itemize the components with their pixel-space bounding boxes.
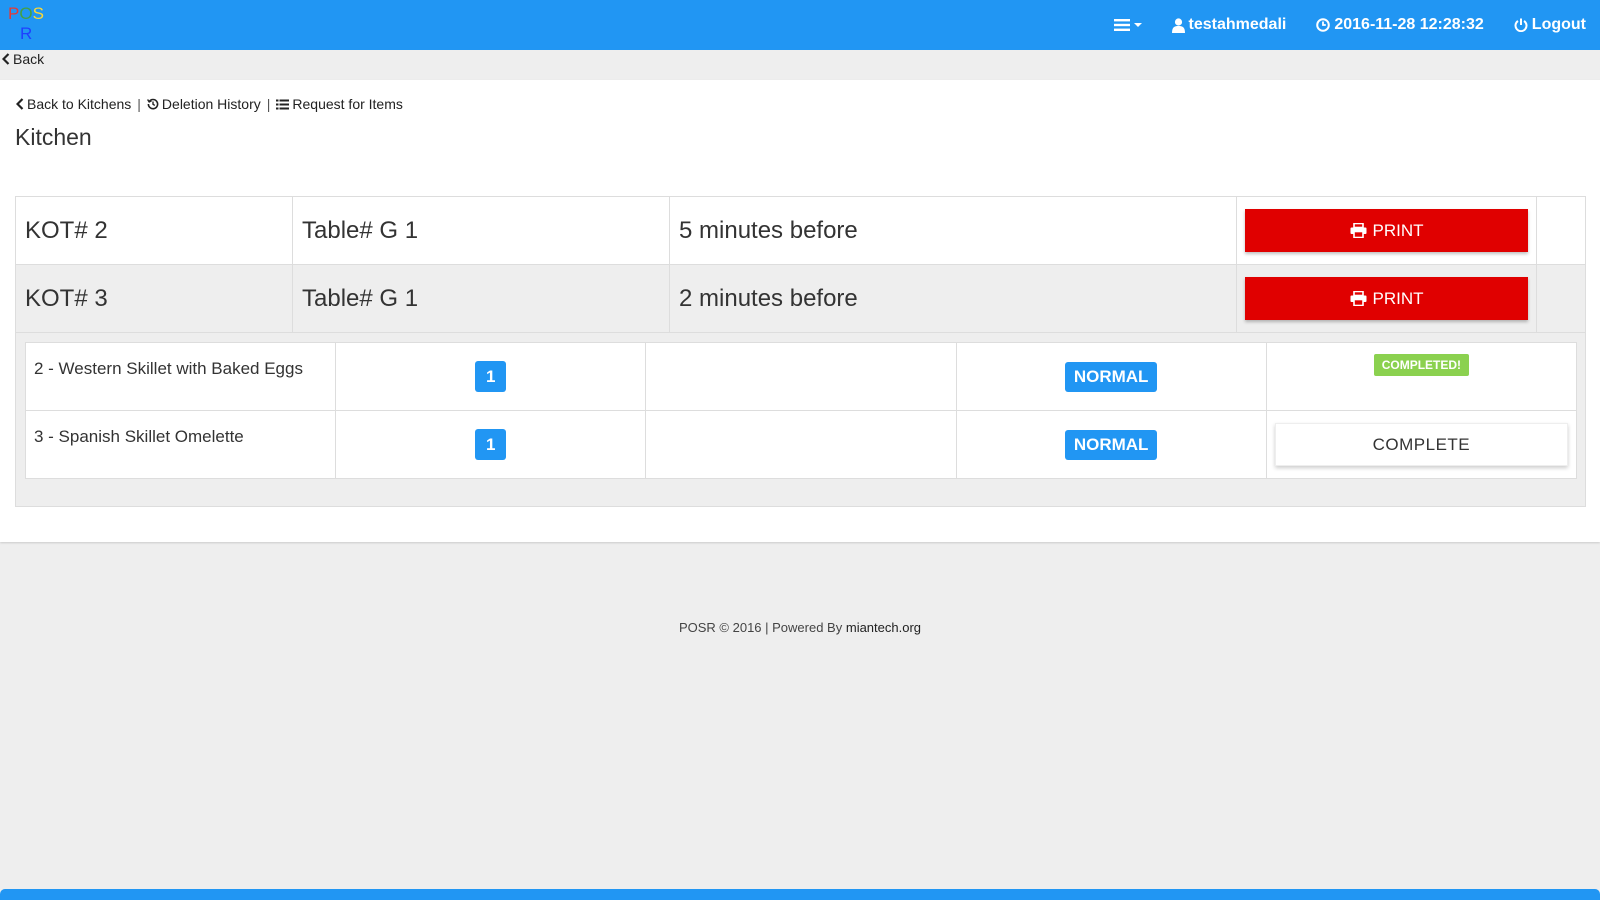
qty-badge: 1 (475, 429, 507, 460)
logout-link[interactable]: Logout (1514, 16, 1586, 34)
kot-list: KOT# 2 Table# G 1 5 minutes before PRINT… (15, 196, 1586, 507)
print-icon (1350, 291, 1366, 306)
item-qty-cell: 1 (335, 342, 647, 411)
menu-dropdown[interactable] (1113, 18, 1142, 32)
kot-row: KOT# 2 Table# G 1 5 minutes before PRINT (16, 197, 1585, 265)
logo-letter-s: S (32, 4, 44, 23)
clock-display: 2016-11-28 12:28:32 (1316, 16, 1484, 34)
print-label: PRINT (1372, 288, 1424, 308)
breadcrumb: Back to Kitchens | Deletion History | Re… (16, 96, 403, 112)
kot-items-table: 2 - Western Skillet with Baked Eggs 1 NO… (24, 342, 1578, 479)
item-note (645, 410, 957, 479)
top-navbar: POS R testahmedali 2016-11-28 12:28:32 L… (0, 0, 1600, 50)
kot-actions: PRINT (1237, 197, 1537, 264)
complete-button[interactable]: COMPLETE (1274, 423, 1568, 466)
type-badge: NORMAL (1064, 361, 1158, 392)
print-label: PRINT (1372, 220, 1424, 240)
kot-time: 2 minutes before (670, 265, 1237, 332)
bottom-bar (0, 889, 1600, 900)
breadcrumb-separator: | (266, 96, 271, 112)
kot-row: KOT# 3 Table# G 1 2 minutes before PRINT (16, 265, 1585, 333)
page-title: Kitchen (15, 124, 92, 150)
deletion-history-label: Deletion History (161, 96, 261, 112)
item-qty-cell: 1 (335, 410, 647, 479)
print-button[interactable]: PRINT (1245, 209, 1528, 252)
bars-icon (1113, 19, 1130, 31)
request-items-label: Request for Items (292, 96, 403, 112)
list-icon (276, 99, 290, 109)
item-name: 2 - Western Skillet with Baked Eggs (24, 342, 337, 411)
user-menu[interactable]: testahmedali (1171, 16, 1287, 34)
item-type-cell: NORMAL (955, 410, 1267, 479)
print-icon (1350, 223, 1366, 238)
username: testahmedali (1188, 16, 1287, 33)
type-badge: NORMAL (1064, 429, 1158, 460)
item-status-cell: COMPLETED! (1265, 342, 1578, 411)
back-link[interactable]: Back (2, 51, 44, 67)
kot-number: KOT# 3 (16, 265, 293, 332)
item-note (645, 342, 957, 411)
back-to-kitchens-label: Back to Kitchens (27, 96, 132, 112)
breadcrumb-separator: | (137, 96, 141, 112)
print-button[interactable]: PRINT (1245, 277, 1528, 320)
clock-icon (1316, 18, 1331, 32)
item-type-cell: NORMAL (955, 342, 1267, 411)
footer: POSR © 2016 | Powered By miantech.org (0, 620, 1600, 635)
completed-badge: COMPLETED! (1373, 353, 1470, 376)
logout-label: Logout (1531, 16, 1586, 33)
history-icon (146, 98, 159, 110)
kot-actions: PRINT (1237, 265, 1537, 332)
item-status-cell: COMPLETE (1265, 410, 1578, 479)
footer-link[interactable]: miantech.org (846, 620, 921, 635)
kot-number: KOT# 2 (16, 197, 293, 264)
kitchen-panel: Back to Kitchens | Deletion History | Re… (0, 80, 1600, 542)
chevron-left-icon (2, 53, 10, 65)
kot-table: Table# G 1 (293, 197, 670, 264)
caret-down-icon (1133, 23, 1142, 27)
kot-extra-cell (1537, 197, 1585, 264)
posr-logo[interactable]: POS R (8, 4, 44, 44)
qty-badge: 1 (475, 361, 507, 392)
table-row: 2 - Western Skillet with Baked Eggs 1 NO… (24, 342, 1578, 411)
kot-extra-cell (1537, 265, 1585, 332)
logo-letter-o: O (19, 4, 33, 23)
power-icon (1514, 18, 1528, 32)
table-row: 3 - Spanish Skillet Omelette 1 NORMAL CO… (24, 410, 1578, 479)
back-to-kitchens-link[interactable]: Back to Kitchens (16, 96, 131, 112)
datetime: 2016-11-28 12:28:32 (1334, 16, 1484, 33)
logo-letter-r: R (20, 24, 33, 43)
chevron-left-icon (16, 98, 24, 110)
user-icon (1171, 17, 1185, 33)
back-label: Back (13, 51, 45, 67)
kot-time: 5 minutes before (670, 197, 1237, 264)
logo-letter-p: P (8, 4, 20, 23)
request-items-link[interactable]: Request for Items (276, 96, 403, 112)
footer-text: POSR © 2016 | Powered By (678, 620, 843, 635)
kot-table: Table# G 1 (293, 265, 670, 332)
item-name: 3 - Spanish Skillet Omelette (24, 410, 337, 479)
deletion-history-link[interactable]: Deletion History (146, 96, 261, 112)
